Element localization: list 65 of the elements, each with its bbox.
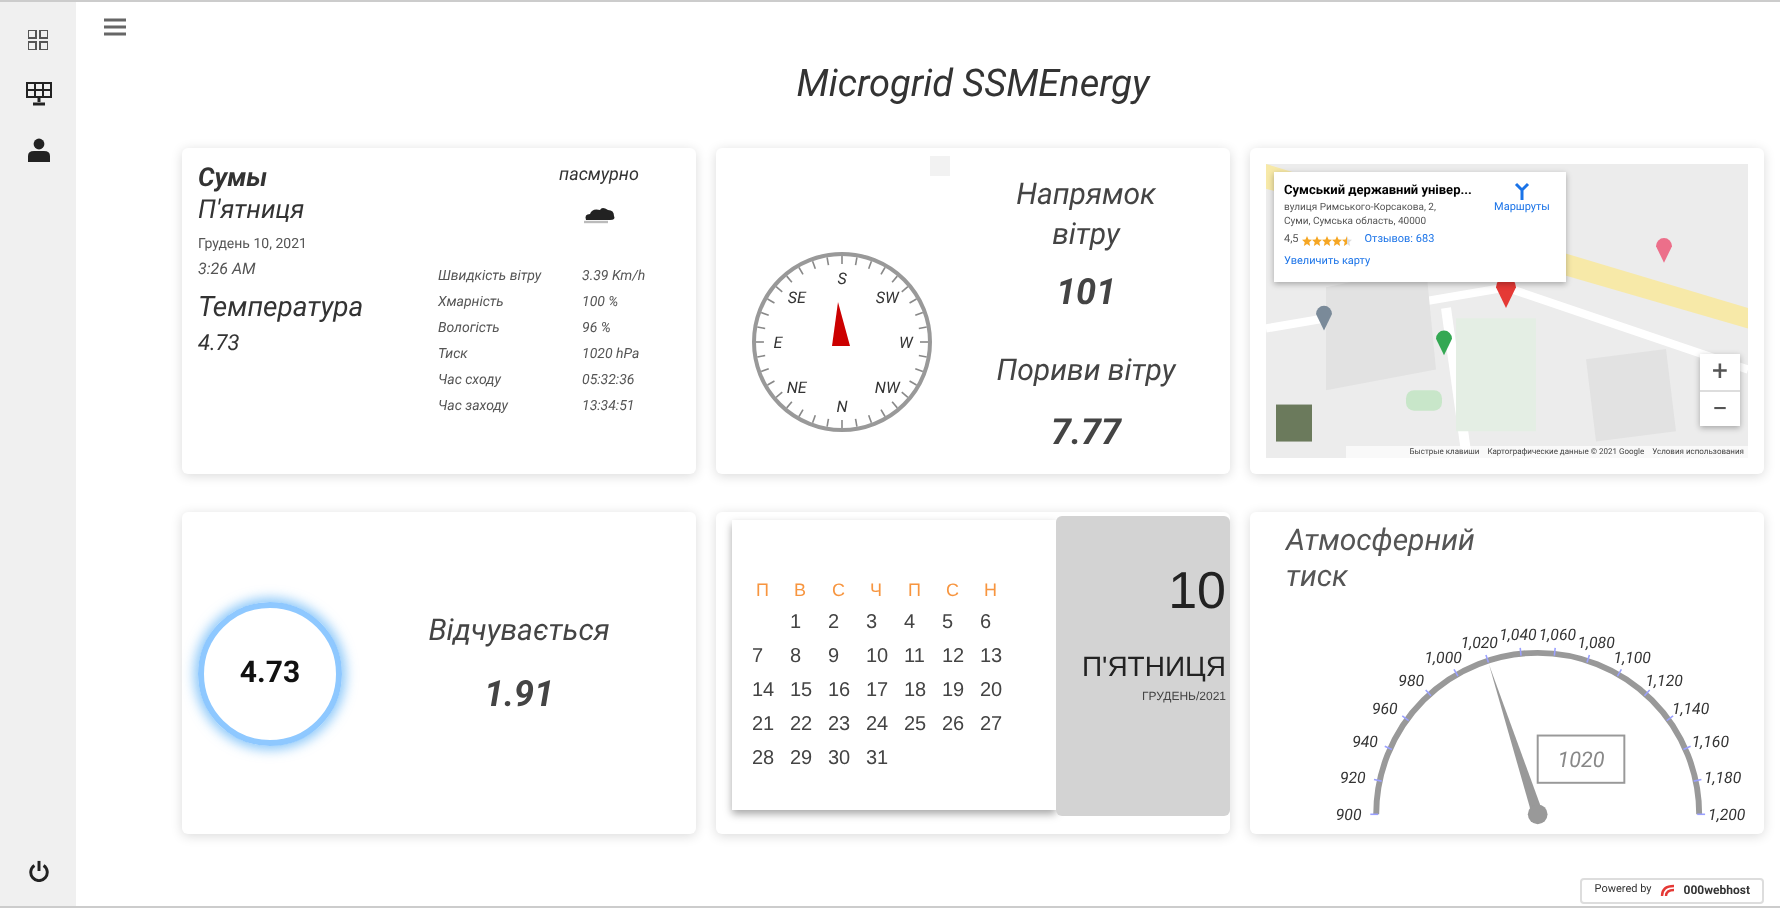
weekday-name: П'ЯТНИЦЯ [1081, 648, 1226, 684]
calendar-day[interactable]: 22 [790, 710, 828, 740]
wind-direction-value: 101 [1055, 270, 1117, 319]
calendar-day[interactable]: 7 [752, 642, 790, 672]
calendar-day[interactable]: 31 [866, 744, 904, 774]
feels-like-value: 1.91 [483, 672, 555, 721]
calendar-day[interactable]: 17 [866, 676, 904, 706]
power-icon[interactable] [27, 860, 49, 882]
calendar-day[interactable]: 8 [790, 642, 828, 672]
calendar-day[interactable]: 12 [942, 642, 980, 672]
calendar-day[interactable]: 21 [752, 710, 790, 740]
calendar-day[interactable]: 10 [866, 642, 904, 672]
weekday-header: В [794, 578, 809, 604]
solar-panel-icon[interactable] [25, 82, 51, 106]
calendar-day[interactable]: 27 [980, 710, 1018, 740]
calendar-day[interactable]: 19 [942, 676, 980, 706]
host-logo-icon [1659, 884, 1676, 898]
calendar-day[interactable]: 18 [904, 676, 942, 706]
calendar-day[interactable]: 1 [790, 608, 828, 638]
zoom-out-button[interactable]: − [1700, 390, 1740, 426]
grid-icon[interactable] [28, 30, 48, 50]
weekday-header: П [756, 578, 771, 604]
calendar-day[interactable]: 28 [752, 744, 790, 774]
calendar-day[interactable]: 2 [828, 608, 866, 638]
calendar-day[interactable]: 30 [828, 744, 866, 774]
wind-gusts-value: 7.77 [1050, 409, 1122, 458]
menu-icon[interactable] [104, 18, 126, 36]
wind-gusts-label: Пориви вітру [996, 350, 1176, 393]
calendar-day[interactable]: 9 [828, 642, 866, 672]
calendar-day[interactable]: 15 [790, 676, 828, 706]
calendar-day[interactable]: 29 [790, 744, 828, 774]
weekday-header: П [908, 578, 923, 604]
calendar-day[interactable]: 25 [904, 710, 942, 740]
wind-direction-label: Напрямок вітру [1014, 174, 1158, 255]
calendar-day[interactable]: 11 [904, 642, 942, 672]
temperature-label: Температура [198, 292, 366, 326]
cloud-icon [581, 203, 617, 223]
calendar-day[interactable]: 16 [828, 676, 866, 706]
calendar-day[interactable]: 5 [942, 608, 980, 638]
calendar-day[interactable]: 3 [866, 608, 904, 638]
calendar-day[interactable]: 4 [904, 608, 942, 638]
weekday-header: С [946, 578, 961, 604]
feels-like-label: Відчувається [428, 609, 610, 652]
calendar-day[interactable]: 26 [942, 710, 980, 740]
pressure-title: Атмосферний тиск [1286, 522, 1477, 594]
directions-icon[interactable] [1514, 182, 1530, 200]
weekday-header: Н [984, 578, 999, 604]
day-number: 10 [1168, 560, 1226, 620]
temperature-value: 4.73 [198, 330, 242, 358]
calendar-day[interactable]: 6 [980, 608, 1018, 638]
zoom-in-button[interactable]: + [1700, 354, 1740, 390]
calendar-day[interactable]: 20 [980, 676, 1018, 706]
page-title: Microgrid SSMEnergy [794, 58, 1153, 110]
calendar-day[interactable]: 13 [980, 642, 1018, 672]
calendar-day[interactable]: 23 [828, 710, 866, 740]
temperature-value: 4.73 [239, 652, 301, 695]
calendar-day[interactable]: 24 [866, 710, 904, 740]
weekday-header: Ч [870, 578, 884, 604]
city-name: Сумы [198, 164, 270, 196]
weekday-header: С [832, 578, 847, 604]
weekday: П'ятниця [198, 196, 307, 228]
weather-condition: пасмурно [559, 164, 639, 190]
user-icon[interactable] [27, 138, 49, 162]
calendar-day[interactable]: 14 [752, 676, 790, 706]
time: 3:26 AM [198, 258, 258, 280]
